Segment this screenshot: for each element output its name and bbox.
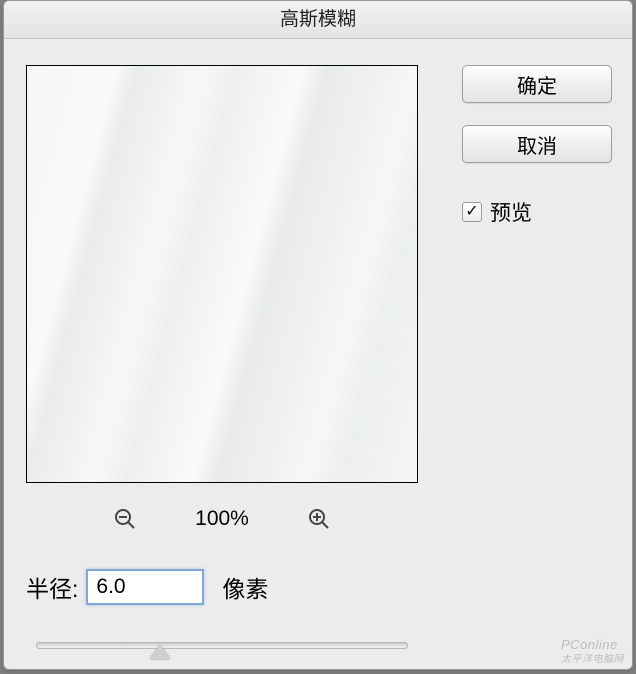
zoom-in-icon [307,507,331,531]
cancel-button[interactable]: 取消 [462,125,612,163]
slider-track [36,642,408,649]
check-icon: ✓ [465,204,478,220]
right-panel: 确定 取消 ✓ 预览 [462,65,612,227]
radius-row: 半径: 像素 [26,569,268,605]
zoom-out-icon [113,507,137,531]
preview-checkbox-label: 预览 [490,197,532,227]
radius-input[interactable] [86,569,204,605]
dialog-title: 高斯模糊 [4,1,632,39]
watermark-main: PConline [561,637,618,652]
gaussian-blur-dialog: 高斯模糊 100% 半径: [3,0,633,670]
zoom-in-button[interactable] [303,503,335,535]
watermark-sub: 太平洋电脑网 [561,650,624,665]
radius-label: 半径: [26,570,78,604]
zoom-level-text: 100% [195,507,249,531]
preview-checkbox-row: ✓ 预览 [462,197,612,227]
slider-thumb[interactable] [150,645,170,659]
radius-slider[interactable] [26,639,418,667]
dialog-content: 100% 半径: 像素 确定 取消 ✓ [4,39,632,669]
preview-image[interactable] [26,65,418,483]
watermark: PConline 太平洋电脑网 [561,637,624,665]
ok-button[interactable]: 确定 [462,65,612,103]
radius-unit: 像素 [222,570,268,604]
zoom-controls: 100% [26,499,418,539]
preview-checkbox[interactable]: ✓ [462,202,482,222]
zoom-out-button[interactable] [109,503,141,535]
